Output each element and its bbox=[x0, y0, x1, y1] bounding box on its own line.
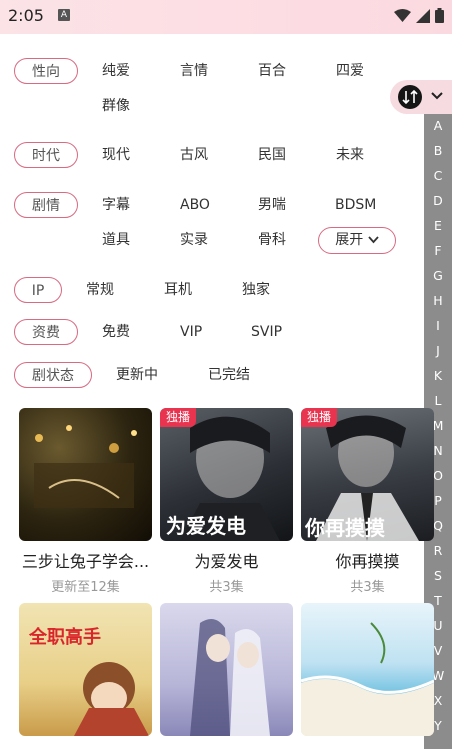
filter-option[interactable]: 已完结 bbox=[208, 365, 250, 385]
cover-illustration bbox=[301, 622, 434, 736]
card-cover[interactable] bbox=[301, 603, 434, 736]
sort-toggle-button[interactable] bbox=[390, 80, 452, 114]
filter-option[interactable]: 现代 bbox=[102, 145, 130, 165]
filter-option[interactable]: 道具 bbox=[102, 230, 130, 250]
filter-option[interactable]: 民国 bbox=[258, 145, 286, 165]
cover-illustration bbox=[190, 619, 270, 736]
exclusive-badge: 独播 bbox=[160, 408, 197, 427]
filter-option[interactable]: 言情 bbox=[180, 61, 208, 81]
filter-option[interactable]: VIP bbox=[180, 322, 202, 342]
sort-icon bbox=[398, 85, 422, 109]
alphabet-letter[interactable]: D bbox=[424, 194, 452, 208]
card-episode-count: 更新至12集 bbox=[51, 580, 120, 595]
filter-panel: 性向 纯爱 言情 百合 四爱 群像 时代 现代 古风 民国 未来 剧情 字幕 A… bbox=[0, 34, 452, 402]
alphabet-letter[interactable]: K bbox=[424, 369, 452, 383]
filter-option[interactable]: 百合 bbox=[258, 61, 286, 81]
cover-title-text: 你再摸摸 bbox=[305, 516, 385, 540]
filter-option[interactable]: 实录 bbox=[180, 230, 208, 250]
battery-icon bbox=[435, 8, 444, 23]
status-time: 2:05 bbox=[8, 6, 44, 25]
card-episode-count: 共3集 bbox=[209, 580, 244, 595]
alphabet-letter[interactable]: B bbox=[424, 144, 452, 158]
chevron-down-icon bbox=[368, 236, 379, 244]
card-cover[interactable] bbox=[19, 408, 152, 541]
filter-option[interactable]: 免费 bbox=[102, 322, 130, 342]
filter-status-label[interactable]: 剧状态 bbox=[14, 362, 92, 388]
card-title[interactable]: 你再摸摸 bbox=[301, 548, 434, 572]
filter-option[interactable]: 骨科 bbox=[258, 230, 286, 250]
filter-orientation-label[interactable]: 性向 bbox=[14, 58, 78, 84]
alphabet-letter[interactable]: C bbox=[424, 169, 452, 183]
alphabet-letter[interactable]: A bbox=[424, 119, 452, 133]
card-cover[interactable]: 全职高手 bbox=[19, 603, 152, 736]
exclusive-badge: 独播 bbox=[301, 408, 338, 427]
filter-fee-label[interactable]: 资费 bbox=[14, 319, 78, 345]
wifi-icon bbox=[394, 8, 411, 22]
cover-title-text: 全职高手 bbox=[29, 627, 101, 648]
signal-icon bbox=[416, 8, 430, 23]
alphabet-letter[interactable]: H bbox=[424, 294, 452, 308]
card-cover[interactable]: 独播 为爱发电 bbox=[160, 408, 293, 541]
system-icons bbox=[394, 8, 444, 23]
alphabet-letter[interactable]: E bbox=[424, 219, 452, 233]
filter-ip-label[interactable]: IP bbox=[14, 277, 62, 303]
filter-option[interactable]: ABO bbox=[180, 195, 210, 215]
card-cover[interactable] bbox=[160, 603, 293, 736]
filter-option[interactable]: 四爱 bbox=[336, 61, 364, 81]
card-cover[interactable]: 独播 你再摸摸 bbox=[301, 408, 434, 541]
filter-option[interactable]: BDSM bbox=[335, 195, 376, 215]
filter-plot-label[interactable]: 剧情 bbox=[14, 192, 78, 218]
card-title[interactable]: 三步让兔子学会... bbox=[19, 548, 152, 572]
filter-option[interactable]: SVIP bbox=[251, 322, 282, 342]
status-bar: 2:05 A bbox=[0, 0, 452, 34]
alphabet-letter[interactable]: I bbox=[424, 319, 452, 333]
filter-option[interactable]: 常规 bbox=[86, 280, 114, 300]
expand-label: 展开 bbox=[335, 232, 364, 248]
alphabet-letter[interactable]: G bbox=[424, 269, 452, 283]
filter-option[interactable]: 群像 bbox=[102, 96, 130, 116]
filter-option[interactable]: 独家 bbox=[242, 280, 270, 300]
app-notification-icon: A bbox=[58, 9, 70, 21]
filter-era-label[interactable]: 时代 bbox=[14, 142, 78, 168]
expand-button[interactable]: 展开 bbox=[318, 227, 396, 254]
chevron-down-icon bbox=[431, 92, 443, 100]
filter-option[interactable]: 古风 bbox=[180, 145, 208, 165]
alphabet-letter[interactable]: J bbox=[424, 344, 452, 358]
filter-option[interactable]: 字幕 bbox=[102, 195, 130, 215]
alphabet-letter[interactable]: F bbox=[424, 244, 452, 258]
card-title[interactable]: 为爱发电 bbox=[160, 548, 293, 572]
filter-option[interactable]: 更新中 bbox=[116, 365, 158, 385]
cover-illustration bbox=[34, 425, 137, 508]
alphabet-letter[interactable]: L bbox=[424, 394, 452, 408]
card-episode-count: 共3集 bbox=[350, 580, 385, 595]
filter-option[interactable]: 男喘 bbox=[258, 195, 286, 215]
filter-option[interactable]: 耳机 bbox=[164, 280, 192, 300]
filter-option[interactable]: 未来 bbox=[336, 145, 364, 165]
filter-option[interactable]: 纯爱 bbox=[102, 61, 130, 81]
cover-title-text: 为爱发电 bbox=[166, 514, 246, 538]
